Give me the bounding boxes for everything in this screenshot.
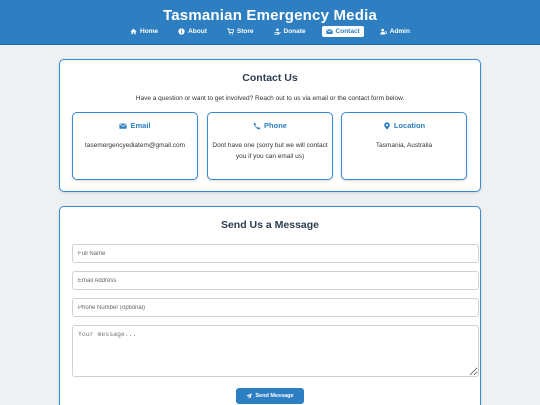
- nav-label-store: Store: [236, 28, 254, 35]
- location-value: Tasmania, Australia: [375, 142, 433, 149]
- phone-info-box: Phone Dont have one (sorry but we will c…: [207, 112, 333, 180]
- location-heading: Location: [342, 121, 466, 130]
- admin-icon: [379, 28, 387, 35]
- contact-title: Contact Us: [242, 72, 298, 84]
- home-icon: [130, 28, 137, 35]
- nav-item-contact[interactable]: Contact: [321, 26, 364, 37]
- nav-label-admin: Admin: [389, 28, 410, 35]
- phone-value: Dont have one (sorry but we will contact…: [212, 142, 328, 160]
- email-info-box: Email tasemergencyediatem@gmail.com: [72, 112, 198, 180]
- envelope-icon: [325, 28, 333, 35]
- location-info-box: Location Tasmania, Australia: [341, 112, 467, 180]
- nav-item-home[interactable]: Home: [126, 26, 162, 37]
- email-address-input[interactable]: [72, 271, 479, 290]
- send-message-label: Send Message: [255, 393, 294, 399]
- main-nav: Home About Store Donate Contact Admin: [0, 26, 540, 37]
- info-icon: [178, 28, 185, 35]
- nav-item-store[interactable]: Store: [223, 26, 258, 37]
- phone-heading: Phone: [208, 121, 332, 130]
- paper-plane-icon: [246, 393, 253, 399]
- envelope-icon: [119, 122, 128, 130]
- nav-label-donate: Donate: [283, 28, 306, 35]
- location-heading-label: Location: [393, 121, 426, 130]
- phone-number-input[interactable]: [72, 298, 479, 317]
- phone-icon: [253, 122, 261, 130]
- nav-item-about[interactable]: About: [174, 26, 211, 37]
- email-value: tasemergencyediatem@gmail.com: [84, 142, 186, 149]
- email-heading: Email: [73, 121, 197, 130]
- phone-heading-label: Phone: [264, 121, 287, 130]
- send-message-button[interactable]: Send Message: [236, 388, 304, 404]
- message-form-card: Send Us a Message Send Message: [59, 206, 481, 405]
- map-marker-icon: [383, 121, 391, 130]
- site-header: Tasmanian Emergency Media Home About Sto…: [0, 0, 540, 45]
- message-textarea[interactable]: [72, 325, 479, 377]
- nav-label-about: About: [188, 28, 207, 35]
- nav-label-contact: Contact: [335, 28, 360, 35]
- cart-icon: [227, 28, 234, 35]
- email-heading-label: Email: [130, 121, 151, 130]
- donate-icon: [273, 28, 281, 35]
- nav-label-home: Home: [140, 28, 159, 35]
- nav-item-donate[interactable]: Donate: [270, 26, 310, 37]
- nav-item-admin[interactable]: Admin: [376, 26, 414, 37]
- site-title: Tasmanian Emergency Media: [163, 7, 377, 24]
- contact-intro: Have a question or want to get involved?…: [135, 95, 405, 102]
- full-name-input[interactable]: [72, 244, 479, 263]
- contact-card: Contact Us Have a question or want to ge…: [59, 59, 481, 192]
- message-form-title: Send Us a Message: [220, 219, 320, 231]
